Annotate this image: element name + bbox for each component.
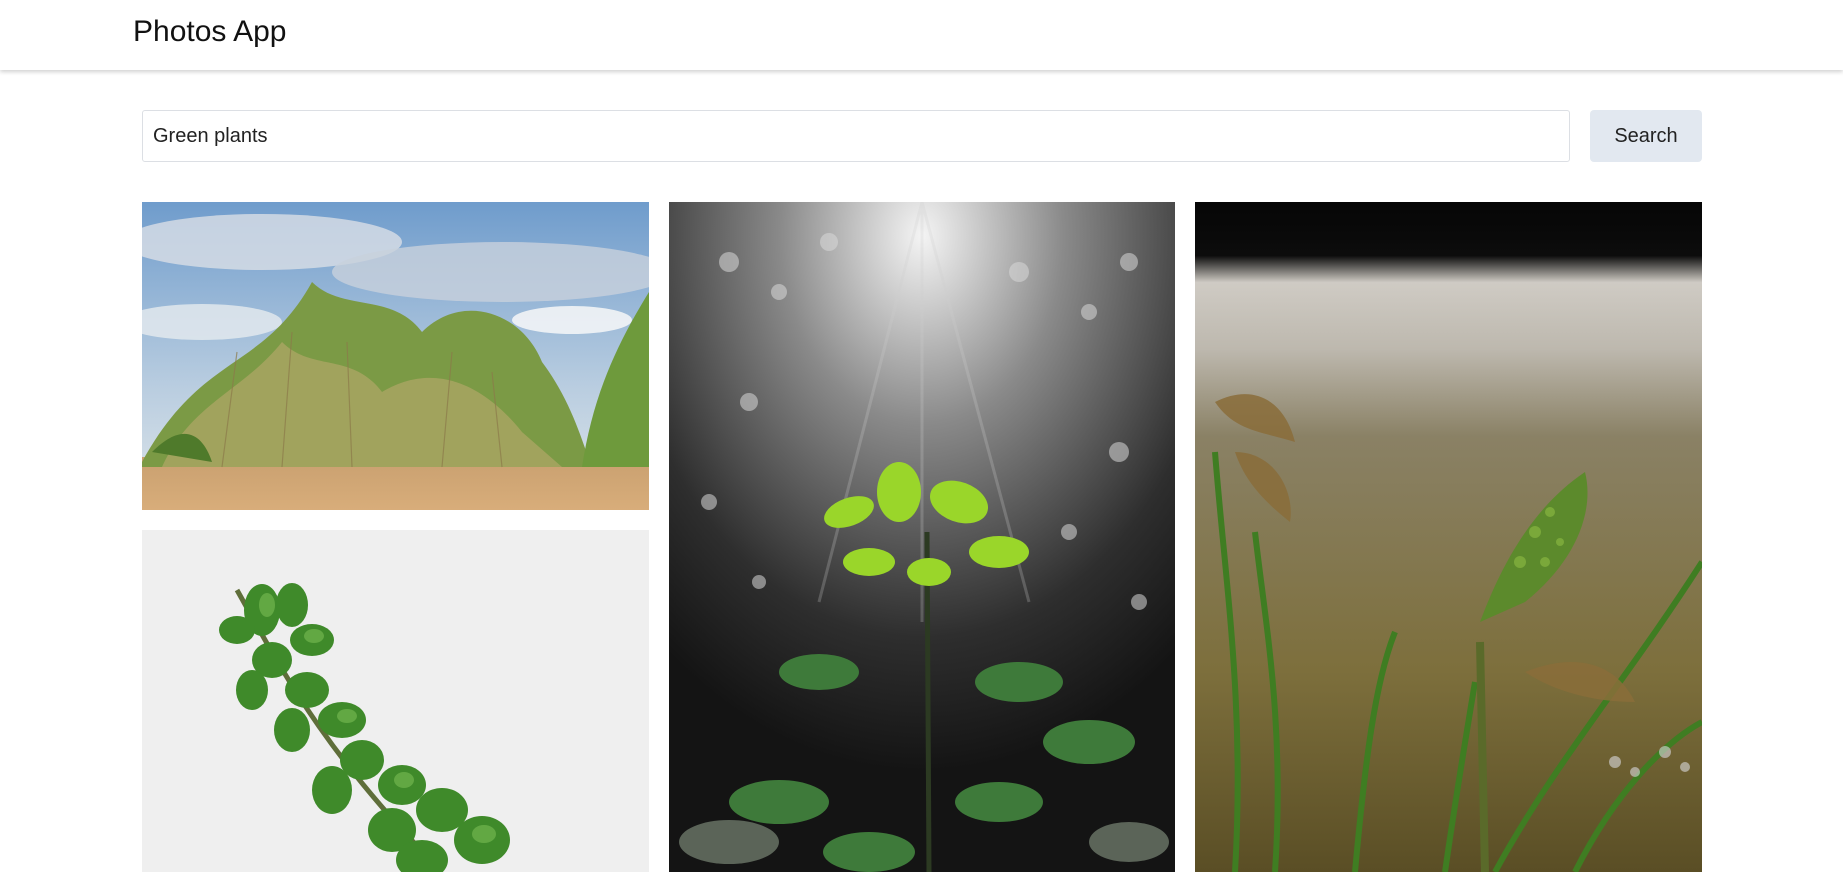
photo-leafy-branch-image: [142, 530, 649, 872]
photo-plant-sunlight[interactable]: [669, 202, 1175, 872]
search-input[interactable]: [142, 110, 1570, 162]
photo-desert-shrubs[interactable]: [142, 202, 649, 510]
photo-grass-sprout-image: [1195, 202, 1702, 872]
photo-desert-shrubs-image: [142, 202, 649, 510]
search-button[interactable]: Search: [1590, 110, 1702, 162]
photo-grass-sprout[interactable]: [1195, 202, 1702, 872]
photo-leafy-branch[interactable]: [142, 530, 649, 872]
top-navbar: Photos App: [0, 0, 1843, 70]
photo-plant-sunlight-image: [669, 202, 1175, 872]
app-title: Photos App: [133, 15, 287, 48]
